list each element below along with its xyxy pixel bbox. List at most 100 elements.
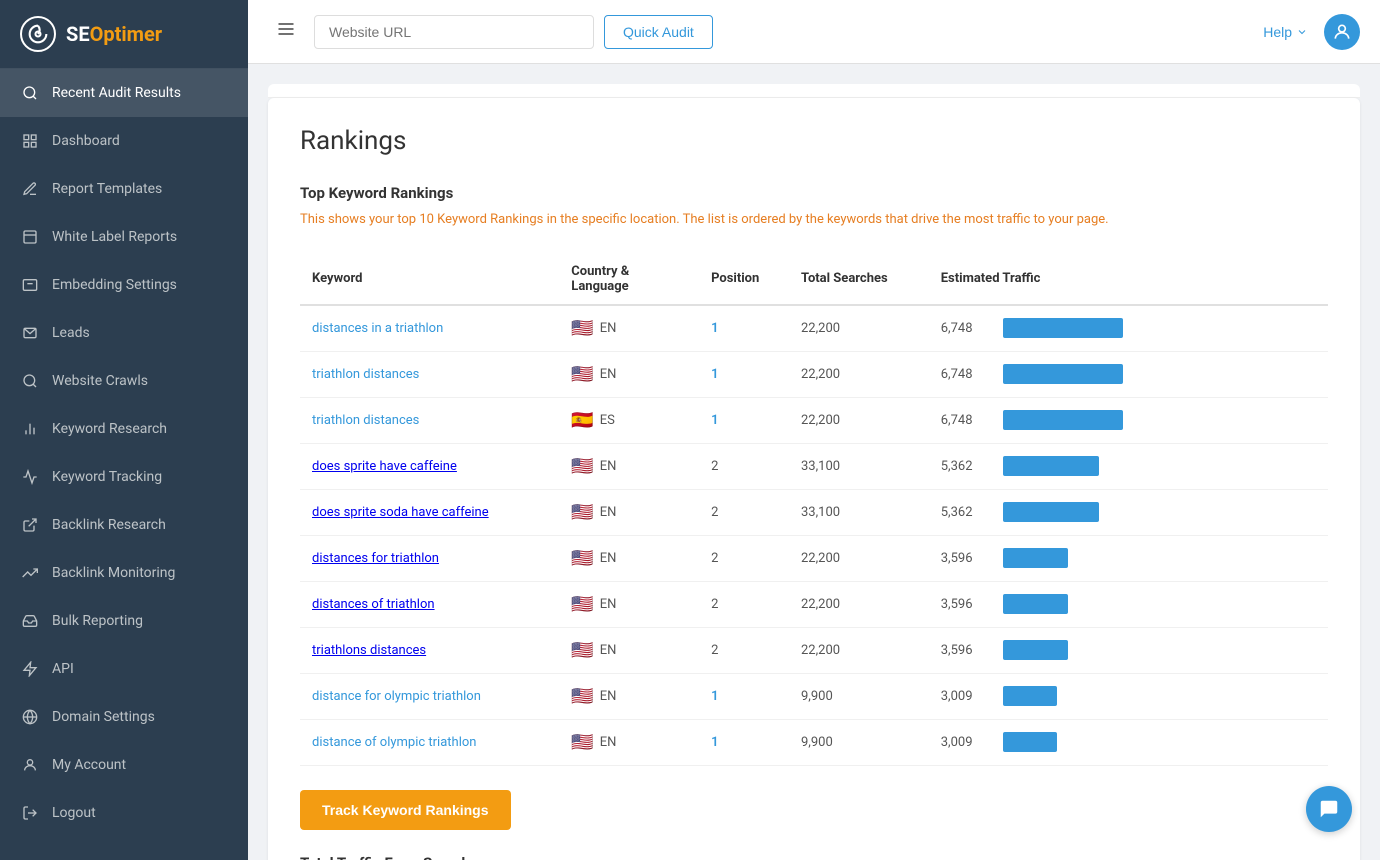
bulk-reporting-icon — [20, 611, 40, 631]
keyword-link[interactable]: triathlon distances — [312, 367, 419, 382]
cell-keyword: triathlons distances — [300, 627, 559, 673]
cell-keyword: distance of olympic triathlon — [300, 719, 559, 765]
keyword-link[interactable]: triathlons distances — [312, 643, 426, 658]
col-position: Position — [699, 254, 789, 305]
traffic-value: 3,596 — [941, 597, 991, 612]
sidebar-item-dashboard[interactable]: Dashboard — [0, 117, 248, 165]
sidebar-item-leads[interactable]: Leads — [0, 309, 248, 357]
keyword-link[interactable]: distances in a triathlon — [312, 321, 443, 336]
cell-country: 🇺🇸 EN — [559, 489, 699, 535]
keyword-link[interactable]: distance for olympic triathlon — [312, 689, 481, 704]
rankings-card: Rankings Top Keyword Rankings This shows… — [268, 98, 1360, 860]
traffic-value: 3,009 — [941, 689, 991, 704]
logo-icon — [20, 16, 56, 52]
position-value: 1 — [711, 367, 718, 382]
sidebar-label-domain-settings: Domain Settings — [52, 709, 155, 725]
sidebar-item-keyword-tracking[interactable]: Keyword Tracking — [0, 453, 248, 501]
section-title: Top Keyword Rankings — [300, 184, 1328, 202]
sidebar-item-white-label-reports[interactable]: White Label Reports — [0, 213, 248, 261]
flag-icon: 🇺🇸 — [571, 318, 593, 339]
cell-country: 🇺🇸 EN — [559, 351, 699, 397]
sidebar-label-embedding-settings: Embedding Settings — [52, 277, 177, 293]
sidebar-item-logout[interactable]: Logout — [0, 789, 248, 837]
cell-country: 🇺🇸 EN — [559, 305, 699, 352]
cell-position: 1 — [699, 719, 789, 765]
flag-icon: 🇺🇸 — [571, 456, 593, 477]
language-code: EN — [600, 689, 617, 704]
flag-icon: 🇺🇸 — [571, 732, 593, 753]
keyword-link[interactable]: distance of olympic triathlon — [312, 735, 476, 750]
sidebar-item-domain-settings[interactable]: Domain Settings — [0, 693, 248, 741]
traffic-bar-container — [1003, 594, 1068, 614]
language-code: EN — [600, 321, 617, 336]
flag-icon: 🇺🇸 — [571, 640, 593, 661]
sidebar-label-my-account: My Account — [52, 757, 126, 773]
keyword-link[interactable]: distances of triathlon — [312, 597, 435, 612]
rankings-table: Keyword Country &Language Position Total… — [300, 254, 1328, 766]
chat-bubble[interactable] — [1306, 786, 1352, 832]
traffic-bar-container — [1003, 732, 1057, 752]
keyword-link[interactable]: does sprite soda have caffeine — [312, 505, 489, 520]
user-avatar[interactable] — [1324, 14, 1360, 50]
sidebar-label-backlink-research: Backlink Research — [52, 517, 166, 533]
quick-audit-button[interactable]: Quick Audit — [604, 15, 713, 49]
cell-total-searches: 22,200 — [789, 397, 929, 443]
cell-total-searches: 22,200 — [789, 627, 929, 673]
sidebar-item-recent-audit[interactable]: Recent Audit Results — [0, 69, 248, 117]
cell-keyword: does sprite have caffeine — [300, 443, 559, 489]
keyword-link[interactable]: triathlon distances — [312, 413, 419, 428]
topbar-right: Help — [1263, 14, 1360, 50]
keyword-link[interactable]: distances for triathlon — [312, 551, 439, 566]
language-code: EN — [600, 735, 617, 750]
sidebar-item-website-crawls[interactable]: Website Crawls — [0, 357, 248, 405]
position-value: 2 — [711, 643, 718, 658]
table-row: distances in a triathlon 🇺🇸 EN 1 22,200 … — [300, 305, 1328, 352]
position-value: 1 — [711, 689, 718, 704]
cell-position: 1 — [699, 351, 789, 397]
cell-estimated-traffic: 5,362 — [929, 443, 1328, 489]
cell-total-searches: 33,100 — [789, 443, 929, 489]
traffic-value: 6,748 — [941, 321, 991, 336]
traffic-bar — [1003, 640, 1068, 660]
crawl-icon — [20, 371, 40, 391]
url-input[interactable] — [314, 15, 594, 49]
logo: SEOptimer — [0, 0, 248, 69]
sidebar-item-my-account[interactable]: My Account — [0, 741, 248, 789]
col-keyword: Keyword — [300, 254, 559, 305]
traffic-bar — [1003, 502, 1099, 522]
sidebar-label-dashboard: Dashboard — [52, 133, 120, 149]
keyword-link[interactable]: does sprite have caffeine — [312, 459, 457, 474]
sidebar-item-backlink-monitoring[interactable]: Backlink Monitoring — [0, 549, 248, 597]
sidebar-nav: Recent Audit Results Dashboard Report Te… — [0, 69, 248, 837]
traffic-bar — [1003, 410, 1123, 430]
sidebar-item-backlink-research[interactable]: Backlink Research — [0, 501, 248, 549]
table-row: triathlons distances 🇺🇸 EN 2 22,200 3,59… — [300, 627, 1328, 673]
traffic-bar-container — [1003, 686, 1057, 706]
traffic-value: 5,362 — [941, 459, 991, 474]
traffic-bar — [1003, 548, 1068, 568]
sidebar-label-backlink-monitoring: Backlink Monitoring — [52, 565, 175, 581]
hamburger-button[interactable] — [268, 11, 304, 52]
sidebar-item-embedding-settings[interactable]: Embedding Settings — [0, 261, 248, 309]
cell-position: 2 — [699, 489, 789, 535]
traffic-bar-container — [1003, 548, 1068, 568]
cell-country: 🇪🇸 ES — [559, 397, 699, 443]
sidebar-item-report-templates[interactable]: Report Templates — [0, 165, 248, 213]
sidebar-item-bulk-reporting[interactable]: Bulk Reporting — [0, 597, 248, 645]
track-keyword-rankings-button[interactable]: Track Keyword Rankings — [300, 790, 511, 830]
language-code: EN — [600, 643, 617, 658]
sidebar-item-api[interactable]: API — [0, 645, 248, 693]
col-estimated-traffic: Estimated Traffic — [929, 254, 1328, 305]
help-button[interactable]: Help — [1263, 24, 1308, 40]
domain-icon — [20, 707, 40, 727]
traffic-value: 3,596 — [941, 643, 991, 658]
table-row: triathlon distances 🇺🇸 EN 1 22,200 6,748 — [300, 351, 1328, 397]
sidebar-item-keyword-research[interactable]: Keyword Research — [0, 405, 248, 453]
white-label-icon — [20, 227, 40, 247]
cell-country: 🇺🇸 EN — [559, 535, 699, 581]
cell-country: 🇺🇸 EN — [559, 673, 699, 719]
cell-position: 1 — [699, 305, 789, 352]
traffic-bar — [1003, 594, 1068, 614]
top-keyword-rankings-section: Top Keyword Rankings This shows your top… — [300, 184, 1328, 230]
col-total-searches: Total Searches — [789, 254, 929, 305]
